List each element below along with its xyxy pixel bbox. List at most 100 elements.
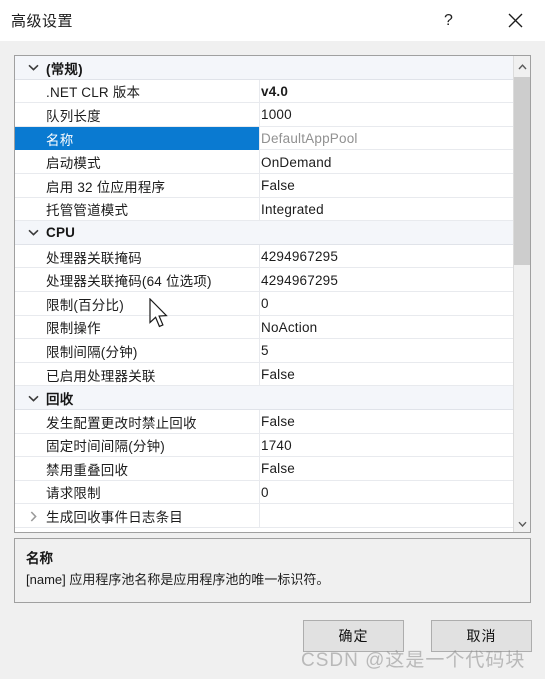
property-grid-row[interactable]: 禁用重叠回收 False — [15, 457, 513, 481]
property-name-cell[interactable]: 启用 32 位应用程序 — [15, 173, 260, 198]
property-name-cell[interactable]: (常规) — [15, 56, 260, 80]
question-mark-icon: ? — [444, 11, 453, 29]
chevron-up-icon — [517, 57, 527, 75]
property-name-label: .NET CLR 版本 — [46, 85, 141, 101]
property-value-label: 0 — [261, 296, 269, 312]
property-grid-row[interactable]: 处理器关联掩码(64 位选项) 4294967295 — [15, 268, 513, 292]
property-name-cell[interactable]: 生成回收事件日志条目 — [15, 504, 260, 528]
property-value-label: DefaultAppPool — [261, 131, 358, 147]
property-value-label: 4294967295 — [261, 249, 339, 265]
property-name-cell[interactable]: 队列长度 — [15, 103, 260, 127]
property-value-label: False — [261, 461, 296, 477]
property-grid-row[interactable]: 固定时间间隔(分钟) 1740 — [15, 433, 513, 458]
property-value-cell[interactable]: Integrated — [261, 198, 324, 222]
property-name-label: 处理器关联掩码(64 位选项) — [46, 274, 212, 290]
property-grid-row[interactable]: .NET CLR 版本 v4.0 — [15, 79, 513, 104]
property-grid-row[interactable]: 启动模式 OnDemand — [15, 150, 513, 174]
property-grid-row[interactable]: 已启用处理器关联 False — [15, 362, 513, 387]
property-value-label: OnDemand — [261, 154, 332, 170]
property-grid-row[interactable]: 启用 32 位应用程序 False — [15, 173, 513, 198]
property-value-label: False — [261, 178, 296, 194]
property-name-cell[interactable]: 启动模式 — [15, 150, 260, 174]
property-name-cell[interactable]: 处理器关联掩码 — [15, 244, 260, 269]
property-value-cell[interactable]: 0 — [261, 481, 269, 505]
property-name-cell[interactable]: 名称 — [15, 126, 260, 151]
property-name-label: 回收 — [46, 392, 74, 408]
scroll-down-button[interactable] — [514, 513, 530, 532]
property-value-cell[interactable]: 1000 — [261, 103, 292, 127]
property-value-cell[interactable]: False — [261, 363, 295, 387]
property-name-cell[interactable]: 已启用处理器关联 — [15, 362, 260, 387]
property-grid-row[interactable]: 处理器关联掩码 4294967295 — [15, 244, 513, 269]
property-grid-row[interactable]: 生成回收事件日志条目 — [15, 504, 513, 528]
property-name-cell[interactable]: 发生配置更改时禁止回收 — [15, 409, 260, 434]
property-grid-category-row[interactable]: CPU — [15, 221, 513, 245]
property-grid-row[interactable]: 托管管道模式 Integrated — [15, 197, 513, 222]
property-name-label: 限制(百分比) — [46, 297, 124, 313]
property-value-cell[interactable]: False — [261, 174, 295, 198]
property-value-cell[interactable]: False — [261, 457, 295, 481]
property-name-label: (常规) — [46, 61, 83, 77]
property-grid-row[interactable]: 名称 DefaultAppPool — [15, 126, 513, 151]
property-grid-category-row[interactable]: 回收 — [15, 386, 513, 410]
property-value-cell[interactable]: 5 — [261, 339, 269, 363]
vertical-scrollbar[interactable] — [513, 56, 530, 532]
description-text: [name] 应用程序池名称是应用程序池的唯一标识符。 — [26, 572, 330, 587]
help-button[interactable]: ? — [426, 0, 471, 41]
ok-button[interactable]: 确定 — [303, 620, 404, 652]
property-name-label: 启用 32 位应用程序 — [46, 179, 166, 195]
property-grid-row[interactable]: 发生配置更改时禁止回收 False — [15, 409, 513, 434]
property-name-cell[interactable]: 托管管道模式 — [15, 197, 260, 222]
cancel-button[interactable]: 取消 — [431, 620, 532, 652]
property-value-cell[interactable]: OnDemand — [261, 150, 332, 174]
property-grid-row[interactable]: 限制间隔(分钟) 5 — [15, 339, 513, 363]
property-value-cell[interactable]: 1740 — [261, 434, 292, 458]
close-button[interactable] — [493, 0, 538, 41]
property-grid-category-row[interactable]: (常规) — [15, 56, 513, 80]
property-value-cell[interactable]: DefaultAppPool — [261, 127, 358, 151]
property-name-cell[interactable]: 请求限制 — [15, 480, 260, 505]
property-name-label: 固定时间间隔(分钟) — [46, 439, 165, 455]
property-value-cell[interactable]: 0 — [261, 292, 269, 316]
window-title: 高级设置 — [11, 13, 74, 30]
property-value-label: False — [261, 414, 296, 430]
property-grid-row[interactable]: 限制(百分比) 0 — [15, 291, 513, 316]
property-value-cell[interactable]: NoAction — [261, 316, 317, 340]
property-grid[interactable]: (常规) .NET CLR 版本 v4.0 队列长度 1000 名称 DefaultAppP… — [14, 55, 531, 533]
property-name-cell[interactable]: 禁用重叠回收 — [15, 457, 260, 481]
property-value-label: 4294967295 — [261, 272, 339, 288]
property-value-cell[interactable]: v4.0 — [261, 80, 288, 104]
property-value-label: 5 — [261, 343, 269, 359]
title-bar: 高级设置 ? — [0, 0, 545, 41]
property-name-cell[interactable]: 回收 — [15, 386, 260, 410]
property-value-label: Integrated — [261, 201, 324, 217]
property-grid-row[interactable]: 队列长度 1000 — [15, 103, 513, 127]
property-name-label: 生成回收事件日志条目 — [46, 510, 183, 526]
property-grid-row[interactable]: 请求限制 0 — [15, 480, 513, 505]
property-value-label: False — [261, 367, 296, 383]
property-name-label: 发生配置更改时禁止回收 — [46, 415, 197, 431]
description-title: 名称 — [26, 551, 53, 566]
property-value-cell[interactable]: 4294967295 — [261, 245, 338, 269]
property-name-cell[interactable]: .NET CLR 版本 — [15, 79, 260, 104]
property-value-cell[interactable]: False — [261, 410, 295, 434]
property-name-label: CPU — [46, 225, 76, 241]
property-value-label: 0 — [261, 484, 269, 500]
scrollbar-thumb[interactable] — [514, 77, 530, 265]
property-grid-viewport: (常规) .NET CLR 版本 v4.0 队列长度 1000 名称 DefaultAppP… — [15, 56, 513, 532]
property-name-cell[interactable]: 处理器关联掩码(64 位选项) — [15, 268, 260, 292]
close-x-icon — [508, 13, 523, 28]
scroll-up-button[interactable] — [514, 56, 530, 75]
property-name-cell[interactable]: CPU — [15, 221, 260, 245]
property-name-cell[interactable]: 限制操作 — [15, 315, 260, 340]
property-name-cell[interactable]: 限制间隔(分钟) — [15, 339, 260, 363]
property-name-cell[interactable]: 固定时间间隔(分钟) — [15, 433, 260, 458]
property-value-label: v4.0 — [261, 83, 289, 99]
property-name-label: 禁用重叠回收 — [46, 462, 129, 478]
property-name-label: 限制间隔(分钟) — [46, 344, 138, 360]
property-name-cell[interactable]: 限制(百分比) — [15, 291, 260, 316]
property-value-cell[interactable]: 4294967295 — [261, 268, 338, 292]
dialog-body: (常规) .NET CLR 版本 v4.0 队列长度 1000 名称 DefaultAppP… — [0, 41, 545, 679]
property-grid-row[interactable]: 限制操作 NoAction — [15, 315, 513, 340]
description-pane: 名称 [name] 应用程序池名称是应用程序池的唯一标识符。 — [14, 538, 531, 603]
